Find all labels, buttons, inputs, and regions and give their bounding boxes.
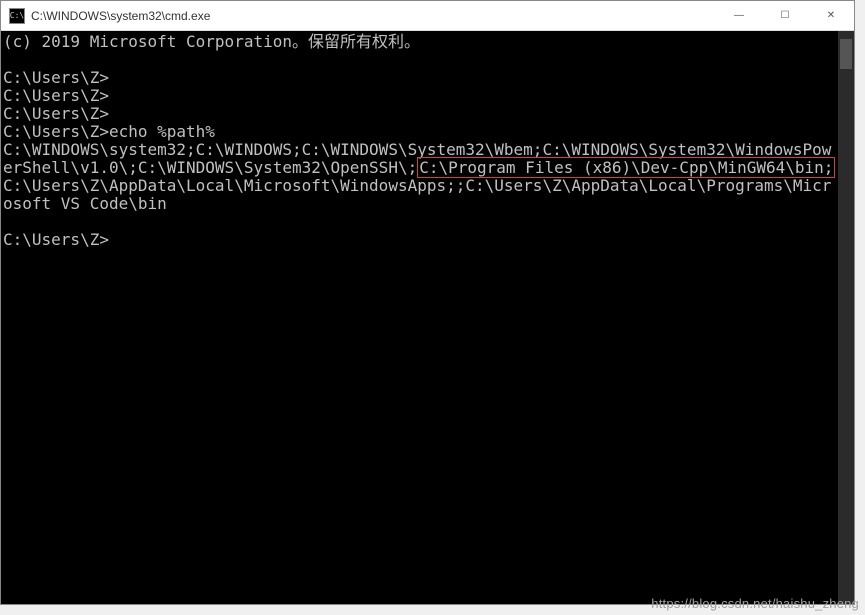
- prompt-line: C:\Users\Z>: [3, 86, 109, 105]
- path-highlight-box: C:\Program Files (x86)\Dev-Cpp\MinGW64\b…: [417, 157, 835, 178]
- minimize-button[interactable]: —: [716, 1, 762, 30]
- maximize-button[interactable]: ☐: [762, 1, 808, 30]
- titlebar[interactable]: C:\ C:\WINDOWS\system32\cmd.exe — ☐ ✕: [1, 1, 854, 31]
- cmd-window: C:\ C:\WINDOWS\system32\cmd.exe — ☐ ✕ (c…: [0, 0, 855, 605]
- terminal-output[interactable]: (c) 2019 Microsoft Corporation。保留所有权利。 C…: [1, 31, 838, 604]
- window-title: C:\WINDOWS\system32\cmd.exe: [31, 9, 716, 23]
- command-text: echo %path%: [109, 122, 215, 141]
- prompt-line: C:\Users\Z>: [3, 104, 109, 123]
- prompt-line: C:\Users\Z>: [3, 230, 109, 249]
- terminal-area: (c) 2019 Microsoft Corporation。保留所有权利。 C…: [1, 31, 854, 604]
- prompt-line: C:\Users\Z>: [3, 122, 109, 141]
- cmd-icon: C:\: [9, 8, 25, 24]
- scroll-thumb[interactable]: [840, 39, 852, 69]
- watermark-text: https://blog.csdn.net/haishu_zheng: [651, 596, 859, 611]
- window-controls: — ☐ ✕: [716, 1, 854, 30]
- prompt-line: C:\Users\Z>: [3, 68, 109, 87]
- scrollbar[interactable]: [838, 31, 854, 604]
- close-button[interactable]: ✕: [808, 1, 854, 30]
- copyright-line: (c) 2019 Microsoft Corporation。保留所有权利。: [3, 32, 420, 51]
- path-output-after: C:\Users\Z\AppData\Local\Microsoft\Windo…: [3, 176, 831, 213]
